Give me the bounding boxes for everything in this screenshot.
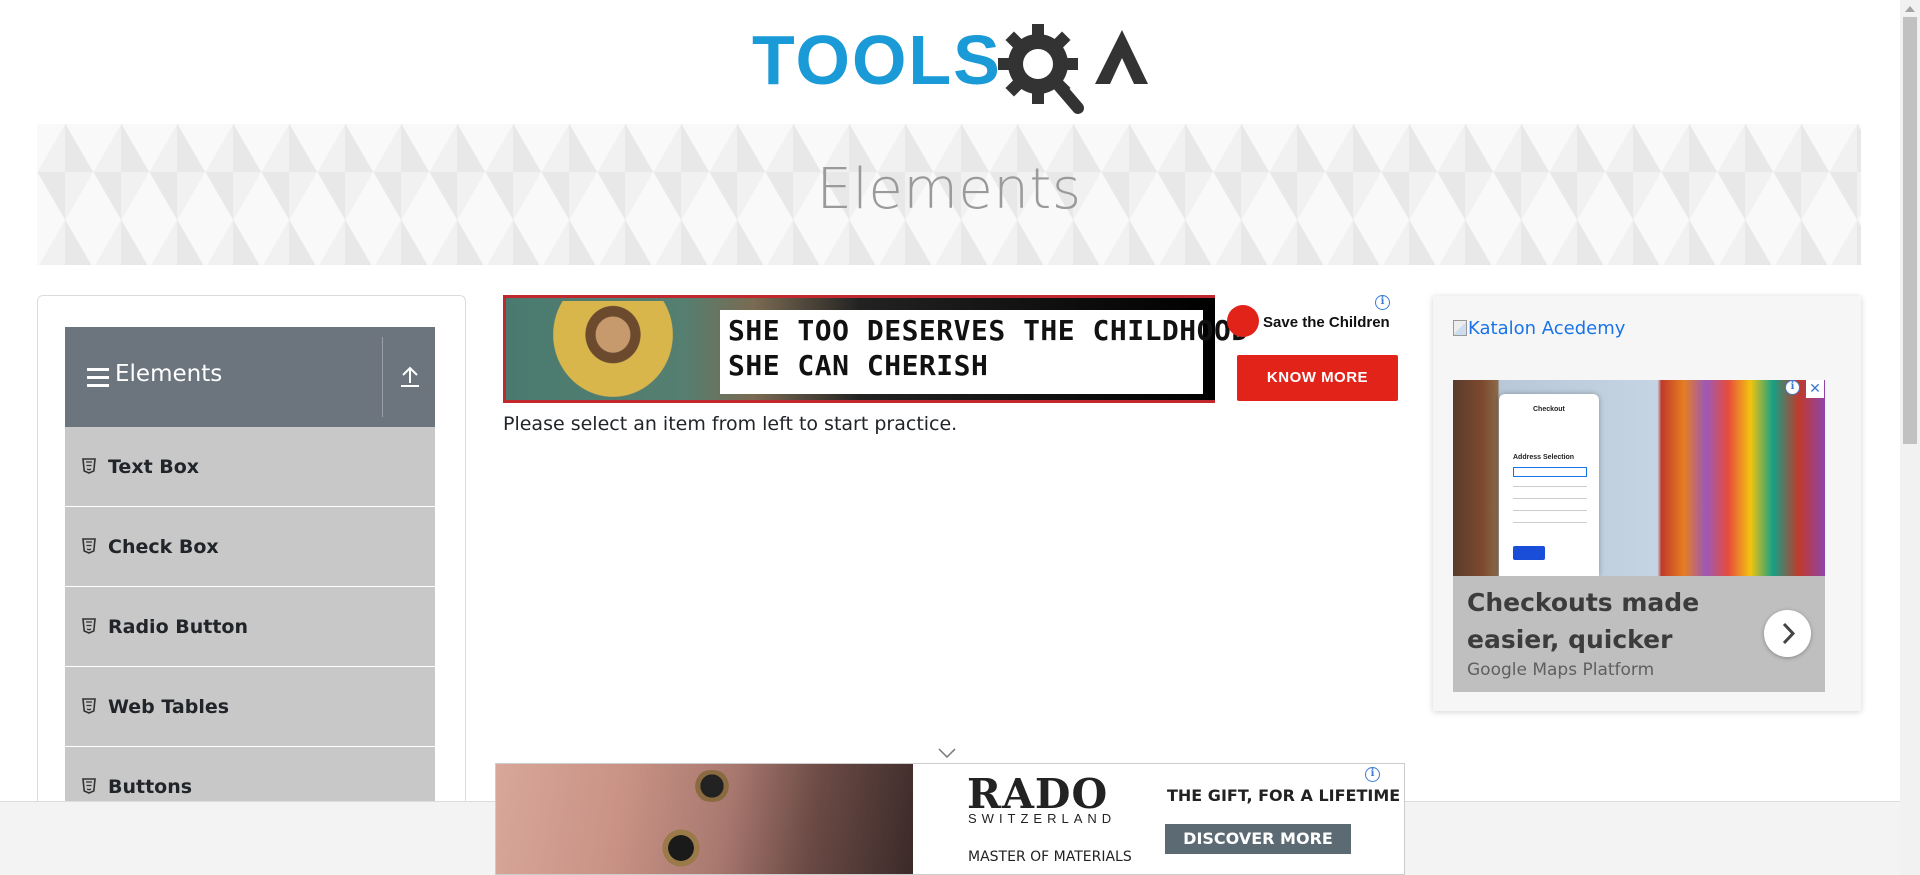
- header-divider: [382, 337, 383, 417]
- gear-icon: [998, 24, 1084, 114]
- ad-phone-mockup: Checkout Address Selection: [1499, 394, 1599, 576]
- phone-title: Checkout: [1533, 406, 1565, 413]
- ad-info-icon[interactable]: i: [1785, 380, 1800, 395]
- phone-line: [1513, 498, 1587, 499]
- collapse-icon[interactable]: [399, 365, 421, 389]
- scrollbar-thumb[interactable]: [1903, 17, 1917, 444]
- sidebar-item-label: Web Tables: [108, 696, 230, 718]
- sidebar-item-text-box[interactable]: Text Box: [65, 427, 435, 507]
- ad-child-image: [553, 301, 673, 397]
- ad-gift-text: THE GIFT, FOR A LIFETIME: [1167, 786, 1401, 805]
- ad-tagline: MASTER OF MATERIALS: [968, 849, 1132, 865]
- toolsqa-logo[interactable]: TOOLS: [750, 18, 1155, 114]
- ad-headline-line2: SHE CAN CHERISH: [728, 349, 989, 382]
- scroll-up-icon[interactable]: [1905, 6, 1915, 12]
- save-the-children-logo: Save the Children: [1225, 305, 1410, 341]
- practice-instruction: Please select an item from left to start…: [503, 413, 958, 435]
- phone-line: [1513, 510, 1587, 511]
- google-maps-ad[interactable]: Checkout Address Selection Checkouts mad…: [1453, 380, 1825, 692]
- group-title: Elements: [115, 361, 223, 387]
- page-banner: Elements: [37, 124, 1861, 265]
- save-the-children-icon: [1227, 305, 1259, 337]
- chevron-right-icon[interactable]: [1764, 610, 1811, 657]
- logo-text: TOOLS: [752, 21, 1002, 99]
- elements-menu: Text Box Check Box Radio Button Web Tabl…: [65, 427, 435, 827]
- sidebar-item-label: Radio Button: [108, 616, 248, 638]
- sidebar-item-label: Check Box: [108, 536, 219, 558]
- ad-save-the-children[interactable]: SHE TOO DESERVES THE CHILDHOOD SHE CAN C…: [503, 295, 1407, 407]
- ad-caption-overlay: Checkouts made easier, quicker Google Ma…: [1453, 576, 1825, 692]
- watch-image: [692, 770, 732, 802]
- vertical-scrollbar[interactable]: [1900, 0, 1920, 875]
- page-title: Elements: [816, 157, 1082, 222]
- discover-more-button[interactable]: DISCOVER MORE: [1165, 824, 1351, 854]
- ad-rado[interactable]: RADO SWITZERLAND MASTER OF MATERIALS THE…: [495, 763, 1405, 875]
- html5-icon: [82, 618, 96, 634]
- phone-line: [1513, 522, 1587, 523]
- ad-brand: Save the Children: [1263, 314, 1390, 331]
- ad-brand: Google Maps Platform: [1467, 660, 1655, 680]
- left-panel: Elements Text Box Check Box Radio Button: [37, 295, 466, 875]
- html5-icon: [82, 538, 96, 554]
- sidebar-item-label: Buttons: [108, 776, 193, 798]
- sidebar-item-label: Text Box: [108, 456, 200, 478]
- ad-info-icon[interactable]: i: [1375, 295, 1390, 310]
- sidebar-item-web-tables[interactable]: Web Tables: [65, 667, 435, 747]
- ad-headline: Checkouts made easier, quicker: [1467, 588, 1700, 654]
- page: TOOLS Elements Elements Text Box Check B…: [0, 0, 1920, 875]
- ad-country: SWITZERLAND: [968, 811, 1117, 826]
- hamburger-icon: [87, 368, 109, 387]
- html5-icon: [82, 458, 96, 474]
- close-icon[interactable]: ✕: [1806, 380, 1824, 398]
- sidebar-item-check-box[interactable]: Check Box: [65, 507, 435, 587]
- know-more-button[interactable]: KNOW MORE: [1237, 355, 1398, 401]
- ad-headline-line1: SHE TOO DESERVES THE CHILDHOOD: [728, 314, 1249, 347]
- phone-input: [1513, 467, 1587, 477]
- right-ad-card: Katalon Acedemy Checkout Address Selecti…: [1433, 296, 1861, 711]
- watch-image: [661, 828, 701, 868]
- chevron-down-icon[interactable]: [938, 748, 956, 758]
- phone-section: Address Selection: [1513, 454, 1575, 461]
- ad-info-icon[interactable]: i: [1365, 767, 1380, 782]
- phone-button: [1513, 546, 1545, 560]
- broken-image-icon: [1453, 320, 1467, 336]
- katalon-academy-link[interactable]: Katalon Acedemy: [1453, 318, 1625, 339]
- sidebar-item-radio-button[interactable]: Radio Button: [65, 587, 435, 667]
- html5-icon: [82, 778, 96, 794]
- elements-group-header[interactable]: Elements: [65, 327, 435, 427]
- broken-image-alt-text: Katalon Acedemy: [1468, 318, 1626, 339]
- phone-line: [1513, 486, 1587, 487]
- html5-icon: [82, 698, 96, 714]
